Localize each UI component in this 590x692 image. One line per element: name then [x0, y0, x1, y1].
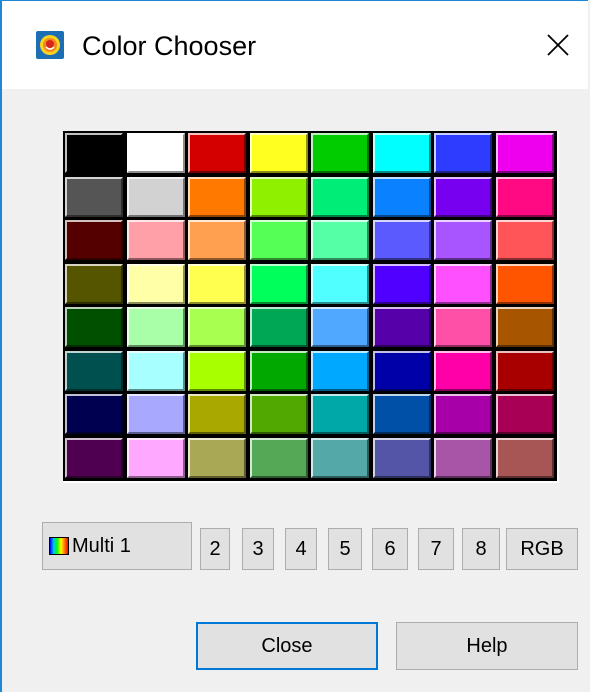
color-swatch[interactable] — [311, 176, 369, 217]
color-swatch[interactable] — [249, 220, 308, 260]
palette-4-label: 4 — [295, 537, 307, 560]
color-swatch[interactable] — [249, 263, 308, 304]
color-swatch[interactable] — [126, 437, 185, 478]
palette-8-button[interactable]: 8 — [462, 528, 500, 570]
color-swatch[interactable] — [434, 133, 492, 173]
color-swatch[interactable] — [311, 437, 369, 478]
color-swatch[interactable] — [188, 350, 246, 391]
color-swatch[interactable] — [249, 437, 308, 478]
color-swatch[interactable] — [311, 220, 369, 260]
color-swatch[interactable] — [126, 350, 185, 391]
rgb-button[interactable]: RGB — [506, 528, 578, 570]
color-swatch[interactable] — [249, 394, 308, 434]
multi-1-label: Multi 1 — [72, 534, 131, 557]
color-swatch[interactable] — [372, 437, 431, 478]
color-swatch[interactable] — [65, 394, 123, 434]
color-swatch[interactable] — [311, 307, 369, 347]
color-swatch[interactable] — [126, 133, 185, 173]
color-swatch[interactable] — [434, 176, 492, 217]
color-swatch[interactable] — [249, 133, 308, 173]
color-swatch[interactable] — [188, 394, 246, 434]
palette-5-label: 5 — [339, 537, 351, 560]
close-button[interactable]: Close — [196, 622, 378, 670]
color-swatch[interactable] — [311, 133, 369, 173]
palette-3-button[interactable]: 3 — [242, 528, 274, 570]
color-swatch[interactable] — [126, 220, 185, 260]
color-swatch[interactable] — [434, 307, 492, 347]
window-title: Color Chooser — [82, 31, 257, 61]
color-swatch[interactable] — [126, 307, 185, 347]
color-swatch[interactable] — [434, 350, 492, 391]
color-swatch[interactable] — [434, 263, 492, 304]
color-swatch[interactable] — [188, 263, 246, 304]
color-swatch[interactable] — [372, 133, 431, 173]
color-swatch[interactable] — [188, 176, 246, 217]
color-swatch[interactable] — [249, 307, 308, 347]
color-swatch[interactable] — [495, 220, 554, 260]
color-swatch[interactable] — [495, 133, 554, 173]
color-swatch[interactable] — [372, 176, 431, 217]
color-swatch[interactable] — [65, 133, 123, 173]
palette-4-button[interactable]: 4 — [285, 528, 317, 570]
color-swatch[interactable] — [65, 350, 123, 391]
palette-3-label: 3 — [252, 537, 264, 560]
palette-6-label: 6 — [384, 537, 396, 560]
color-swatch[interactable] — [495, 394, 554, 434]
color-swatch[interactable] — [249, 176, 308, 217]
color-swatch[interactable] — [495, 176, 554, 217]
color-swatch[interactable] — [126, 176, 185, 217]
color-chooser-app-icon — [36, 31, 64, 59]
title-bar: Color Chooser — [2, 1, 588, 89]
palette-6-button[interactable]: 6 — [372, 528, 408, 570]
color-swatch[interactable] — [495, 263, 554, 304]
color-swatch[interactable] — [372, 263, 431, 304]
color-swatch[interactable] — [372, 394, 431, 434]
color-swatch[interactable] — [311, 263, 369, 304]
color-swatch[interactable] — [65, 307, 123, 347]
color-swatch[interactable] — [495, 350, 554, 391]
help-button[interactable]: Help — [396, 622, 578, 670]
multicolor-gradient-icon — [49, 537, 69, 555]
close-icon[interactable] — [542, 29, 574, 61]
palette-7-label: 7 — [430, 537, 442, 560]
multi-1-tab-button[interactable]: Multi 1 — [42, 522, 192, 570]
close-button-label: Close — [261, 634, 313, 657]
color-swatch[interactable] — [126, 394, 185, 434]
color-swatch[interactable] — [434, 220, 492, 260]
palette-5-button[interactable]: 5 — [328, 528, 362, 570]
color-palette-grid — [63, 131, 559, 483]
palette-2-label: 2 — [209, 537, 221, 560]
color-swatch[interactable] — [311, 394, 369, 434]
color-swatch[interactable] — [188, 220, 246, 260]
color-swatch[interactable] — [188, 437, 246, 478]
color-swatch[interactable] — [126, 263, 185, 304]
color-swatch[interactable] — [188, 307, 246, 347]
color-swatch[interactable] — [65, 437, 123, 478]
color-swatch[interactable] — [65, 176, 123, 217]
color-swatch[interactable] — [372, 350, 431, 391]
rgb-label: RGB — [520, 537, 564, 560]
palette-7-button[interactable]: 7 — [418, 528, 454, 570]
color-swatch[interactable] — [372, 307, 431, 347]
color-swatch[interactable] — [495, 437, 554, 478]
color-swatch[interactable] — [311, 350, 369, 391]
color-swatch[interactable] — [434, 437, 492, 478]
color-swatch[interactable] — [188, 133, 246, 173]
color-chooser-window: Color Chooser Multi 1 2 3 4 5 6 7 8 RGB … — [0, 0, 588, 692]
color-swatch[interactable] — [434, 394, 492, 434]
palette-8-label: 8 — [475, 537, 487, 560]
color-swatch[interactable] — [65, 263, 123, 304]
color-swatch[interactable] — [65, 220, 123, 260]
palette-2-button[interactable]: 2 — [200, 528, 230, 570]
color-swatch[interactable] — [249, 350, 308, 391]
color-swatch[interactable] — [495, 307, 554, 347]
color-swatch[interactable] — [372, 220, 431, 260]
help-button-label: Help — [466, 634, 508, 657]
